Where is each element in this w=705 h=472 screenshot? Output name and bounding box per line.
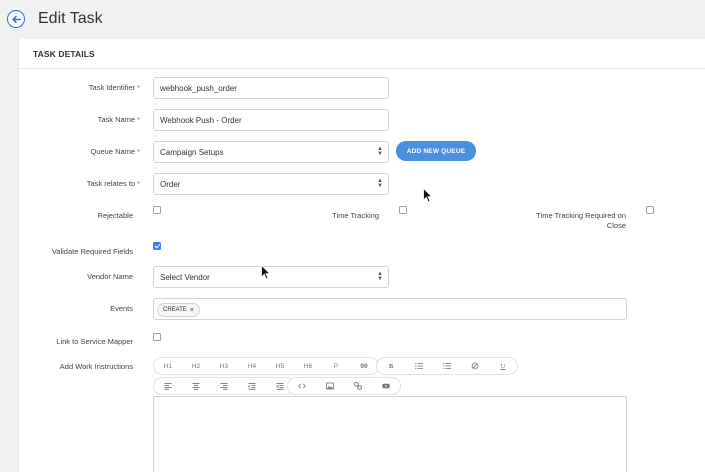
- toolbar-align-right-button[interactable]: [210, 378, 238, 394]
- task-identifier-value: webhook_push_order: [160, 83, 237, 93]
- toolbar-insert-group: [287, 377, 401, 395]
- section-title: TASK DETAILS: [33, 49, 95, 59]
- task-name-input[interactable]: Webhook Push - Order: [153, 109, 389, 131]
- vendor-name-placeholder: Select Vendor: [160, 272, 210, 282]
- link-to-service-mapper-label: Link to Service Mapper: [56, 337, 133, 346]
- toolbar-bold-button[interactable]: B: [377, 358, 405, 374]
- toolbar-h2-button[interactable]: H2: [182, 358, 210, 374]
- code-icon: [298, 383, 306, 389]
- task-relates-to-label: Task relates to *: [86, 179, 140, 188]
- toolbar-h1-button[interactable]: H1: [154, 358, 182, 374]
- toolbar-video-button[interactable]: [372, 378, 400, 394]
- list-ul-icon: [415, 362, 423, 370]
- toolbar-number-list-button[interactable]: [433, 358, 461, 374]
- outdent-icon: [276, 383, 284, 390]
- align-right-icon: [220, 383, 228, 390]
- remove-tag-icon[interactable]: ×: [190, 307, 194, 314]
- image-icon: [326, 382, 334, 390]
- toolbar-clear-format-button[interactable]: [461, 358, 489, 374]
- arrow-left-icon: [11, 15, 21, 23]
- clear-icon: [471, 362, 479, 370]
- time-tracking-required-checkbox[interactable]: [646, 206, 654, 214]
- vendor-name-label: Vendor Name: [87, 272, 133, 281]
- link-icon: [354, 382, 362, 390]
- toolbar-link-button[interactable]: [344, 378, 372, 394]
- top-bar: Edit Task: [0, 0, 705, 38]
- validate-required-fields-checkbox[interactable]: [153, 242, 161, 250]
- align-left-icon: [164, 383, 172, 390]
- select-arrows-icon: ▲ ▼: [377, 146, 383, 157]
- select-arrows-icon: ▲ ▼: [377, 178, 383, 189]
- task-identifier-label: Task Identifier *: [88, 83, 140, 92]
- select-arrows-icon: ▲ ▼: [377, 271, 383, 282]
- toolbar-image-button[interactable]: [316, 378, 344, 394]
- list-ol-icon: [443, 363, 451, 369]
- events-input[interactable]: [153, 298, 627, 320]
- toolbar-h5-button[interactable]: H5: [266, 358, 294, 374]
- queue-name-label: Queue Name *: [90, 147, 140, 156]
- toolbar-bullet-list-button[interactable]: [405, 358, 433, 374]
- indent-icon: [248, 383, 256, 390]
- time-tracking-label: Time Tracking: [332, 211, 379, 220]
- time-tracking-checkbox[interactable]: [399, 206, 407, 214]
- rejectable-label: Rejectable: [97, 211, 133, 220]
- toolbar-align-group: [153, 377, 295, 395]
- align-center-icon: [192, 383, 200, 390]
- queue-name-select[interactable]: Campaign Setups ▲ ▼: [153, 141, 389, 163]
- task-relates-to-select[interactable]: Order ▲ ▼: [153, 173, 389, 195]
- toolbar-paragraph-button[interactable]: P: [322, 358, 350, 374]
- toolbar-quote-button[interactable]: 99: [350, 358, 378, 374]
- toolbar-align-center-button[interactable]: [182, 378, 210, 394]
- page-title: Edit Task: [38, 10, 103, 27]
- toolbar-indent-button[interactable]: [238, 378, 266, 394]
- task-identifier-input[interactable]: webhook_push_order: [153, 77, 389, 99]
- rejectable-checkbox[interactable]: [153, 206, 161, 214]
- task-relates-to-value: Order: [160, 179, 181, 189]
- time-tracking-required-label: Time Tracking Required on Close: [536, 211, 626, 230]
- queue-name-value: Campaign Setups: [160, 147, 224, 157]
- vendor-name-select[interactable]: Select Vendor ▲ ▼: [153, 266, 389, 288]
- task-details-card: TASK DETAILS Task Identifier * webhook_pu…: [18, 39, 705, 472]
- events-label: Events: [110, 304, 133, 313]
- toolbar-h4-button[interactable]: H4: [238, 358, 266, 374]
- toolbar-format-group: B U: [376, 357, 518, 375]
- work-instructions-editor[interactable]: [153, 396, 627, 472]
- toolbar-headings-group: H1 H2 H3 H4 H5 H6 P 99: [153, 357, 379, 375]
- toolbar-code-button[interactable]: [288, 378, 316, 394]
- toolbar-h3-button[interactable]: H3: [210, 358, 238, 374]
- task-name-label: Task Name *: [97, 115, 140, 124]
- section-header: TASK DETAILS: [19, 39, 705, 69]
- validate-required-fields-label: Validate Required Fields: [51, 247, 133, 256]
- link-to-service-mapper-checkbox[interactable]: [153, 333, 161, 341]
- toolbar-underline-button[interactable]: U: [489, 358, 517, 374]
- task-name-value: Webhook Push - Order: [160, 115, 242, 125]
- toolbar-align-left-button[interactable]: [154, 378, 182, 394]
- event-tag-label: CREATE: [163, 307, 187, 313]
- add-new-queue-button[interactable]: ADD NEW QUEUE: [396, 141, 476, 161]
- event-tag-create: CREATE ×: [157, 303, 200, 317]
- video-icon: [382, 383, 390, 389]
- back-button[interactable]: [7, 10, 25, 28]
- work-instructions-label: Add Work Instructions: [59, 362, 133, 371]
- toolbar-h6-button[interactable]: H6: [294, 358, 322, 374]
